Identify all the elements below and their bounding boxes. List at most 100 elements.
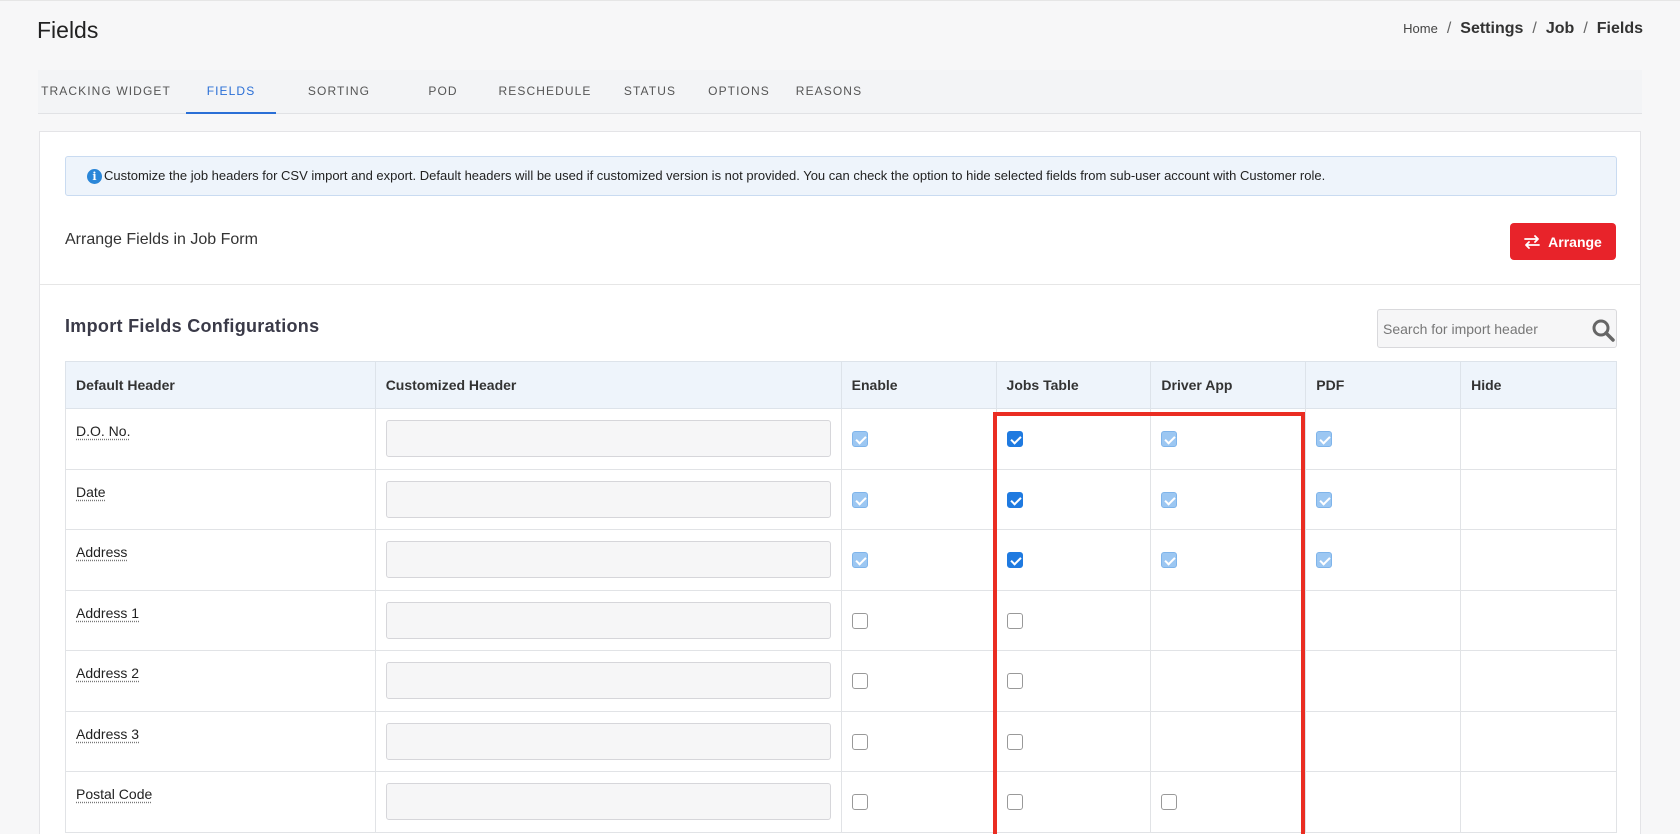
top-border: [0, 0, 1680, 1]
pdf-checkbox: [1316, 431, 1333, 448]
table-row: Address: [65, 529, 1617, 591]
info-icon: i: [87, 169, 102, 184]
pdf-checkbox: [1316, 491, 1333, 508]
search-icon[interactable]: [1591, 318, 1615, 342]
hide-cell: [1460, 589, 1617, 651]
jobs-table-cell: [995, 771, 1152, 833]
default-header-label: Date: [76, 483, 106, 500]
default-header-cell: Address 3: [65, 710, 376, 772]
driver-app-checkbox[interactable]: [1161, 794, 1178, 811]
import-fields-table: Default Header Customized Header Enable …: [65, 361, 1617, 833]
hide-cell: [1460, 710, 1617, 772]
jobs-table-checkbox[interactable]: [1006, 733, 1023, 750]
hide-cell: [1460, 529, 1617, 591]
breadcrumb-separator: /: [1583, 20, 1588, 37]
page-title: Fields: [37, 17, 99, 43]
info-text: Customize the job headers for CSV import…: [104, 168, 1326, 183]
table-row: D.O. No.: [65, 408, 1617, 470]
info-alert: i Customize the job headers for CSV impo…: [65, 156, 1617, 196]
hide-cell: [1460, 771, 1617, 833]
swap-arrows-icon: [1524, 234, 1541, 249]
breadcrumb-home-link[interactable]: Home: [1403, 21, 1438, 36]
enable-checkbox: [851, 491, 868, 508]
breadcrumb-separator: /: [1446, 20, 1452, 37]
enable-cell: [840, 408, 997, 470]
section-divider: [40, 284, 1640, 285]
settings-tabs: TRACKING WIDGET FIELDS SORTING POD RESCH…: [38, 70, 1642, 114]
arrange-button-label: Arrange: [1548, 233, 1602, 250]
enable-checkbox[interactable]: [851, 612, 868, 629]
breadcrumb-settings-link[interactable]: Settings: [1460, 20, 1523, 38]
pdf-cell: [1305, 650, 1462, 712]
jobs-table-checkbox[interactable]: [1006, 491, 1023, 508]
table-row: Address 1: [65, 589, 1617, 651]
default-header-label: Address 3: [76, 725, 140, 742]
arrange-button[interactable]: Arrange: [1510, 223, 1616, 260]
column-header-jobs-table: Jobs Table: [995, 361, 1152, 409]
hide-cell: [1460, 468, 1617, 530]
enable-cell: [840, 710, 997, 772]
jobs-table-checkbox[interactable]: [1006, 673, 1023, 690]
enable-cell: [840, 589, 997, 651]
default-header-label: D.O. No.: [76, 423, 131, 439]
customized-header-input[interactable]: [385, 783, 831, 821]
import-fields-title: Import Fields Configurations: [65, 316, 320, 336]
fields-card: i Customize the job headers for CSV impo…: [39, 131, 1641, 834]
jobs-table-checkbox[interactable]: [1006, 552, 1023, 569]
enable-cell: [840, 650, 997, 712]
jobs-table-checkbox[interactable]: [1006, 431, 1023, 448]
breadcrumb-separator: /: [1532, 20, 1537, 37]
tab-sorting[interactable]: SORTING: [278, 70, 400, 114]
enable-checkbox: [851, 431, 868, 448]
customized-header-input[interactable]: [385, 420, 831, 458]
customized-header-cell: [374, 771, 842, 833]
driver-app-cell: [1150, 408, 1307, 470]
column-header-pdf: PDF: [1305, 361, 1462, 409]
pdf-cell: [1305, 710, 1462, 772]
default-header-cell: D.O. No.: [65, 408, 376, 470]
default-header-cell: Address 2: [65, 650, 376, 712]
customized-header-input[interactable]: [385, 722, 831, 760]
enable-checkbox[interactable]: [851, 673, 868, 690]
customized-header-input[interactable]: [385, 662, 831, 700]
tab-reasons[interactable]: REASONS: [760, 70, 898, 114]
customized-header-cell: [374, 650, 842, 712]
driver-app-cell: [1150, 771, 1307, 833]
import-header-search: [1377, 309, 1617, 348]
customized-header-input[interactable]: [385, 480, 831, 518]
customized-header-cell: [374, 468, 842, 530]
enable-checkbox: [851, 552, 868, 569]
driver-app-checkbox: [1161, 491, 1178, 508]
column-header-driver-app: Driver App: [1150, 361, 1307, 409]
hide-cell: [1460, 408, 1617, 470]
table-row: Address 2: [65, 650, 1617, 712]
breadcrumb-fields-current: Fields: [1596, 20, 1643, 37]
default-header-cell: Address: [65, 529, 376, 591]
customized-header-cell: [374, 408, 842, 470]
enable-checkbox[interactable]: [851, 733, 868, 750]
driver-app-checkbox: [1161, 552, 1178, 569]
jobs-table-cell: [995, 650, 1152, 712]
enable-checkbox[interactable]: [851, 794, 868, 811]
tab-fields[interactable]: FIELDS: [186, 70, 276, 114]
hide-cell: [1460, 650, 1617, 712]
table-header-row: Default Header Customized Header Enable …: [65, 361, 1617, 409]
pdf-cell: [1305, 529, 1462, 591]
driver-app-cell: [1150, 589, 1307, 651]
customized-header-input[interactable]: [385, 541, 831, 579]
column-header-customized: Customized Header: [374, 361, 842, 409]
customized-header-input[interactable]: [385, 601, 831, 639]
breadcrumb-job-link[interactable]: Job: [1546, 20, 1574, 38]
table-row: Date: [65, 468, 1617, 530]
driver-app-checkbox: [1161, 431, 1178, 448]
default-header-label: Address 1: [76, 604, 140, 621]
pdf-checkbox: [1316, 552, 1333, 569]
tab-tracking-widget[interactable]: TRACKING WIDGET: [38, 70, 174, 114]
column-header-hide: Hide: [1460, 361, 1617, 409]
column-header-default: Default Header: [65, 361, 376, 409]
jobs-table-checkbox[interactable]: [1006, 612, 1023, 629]
import-header-search-input[interactable]: [1383, 318, 1573, 340]
jobs-table-cell: [995, 408, 1152, 470]
enable-cell: [840, 771, 997, 833]
jobs-table-checkbox[interactable]: [1006, 794, 1023, 811]
